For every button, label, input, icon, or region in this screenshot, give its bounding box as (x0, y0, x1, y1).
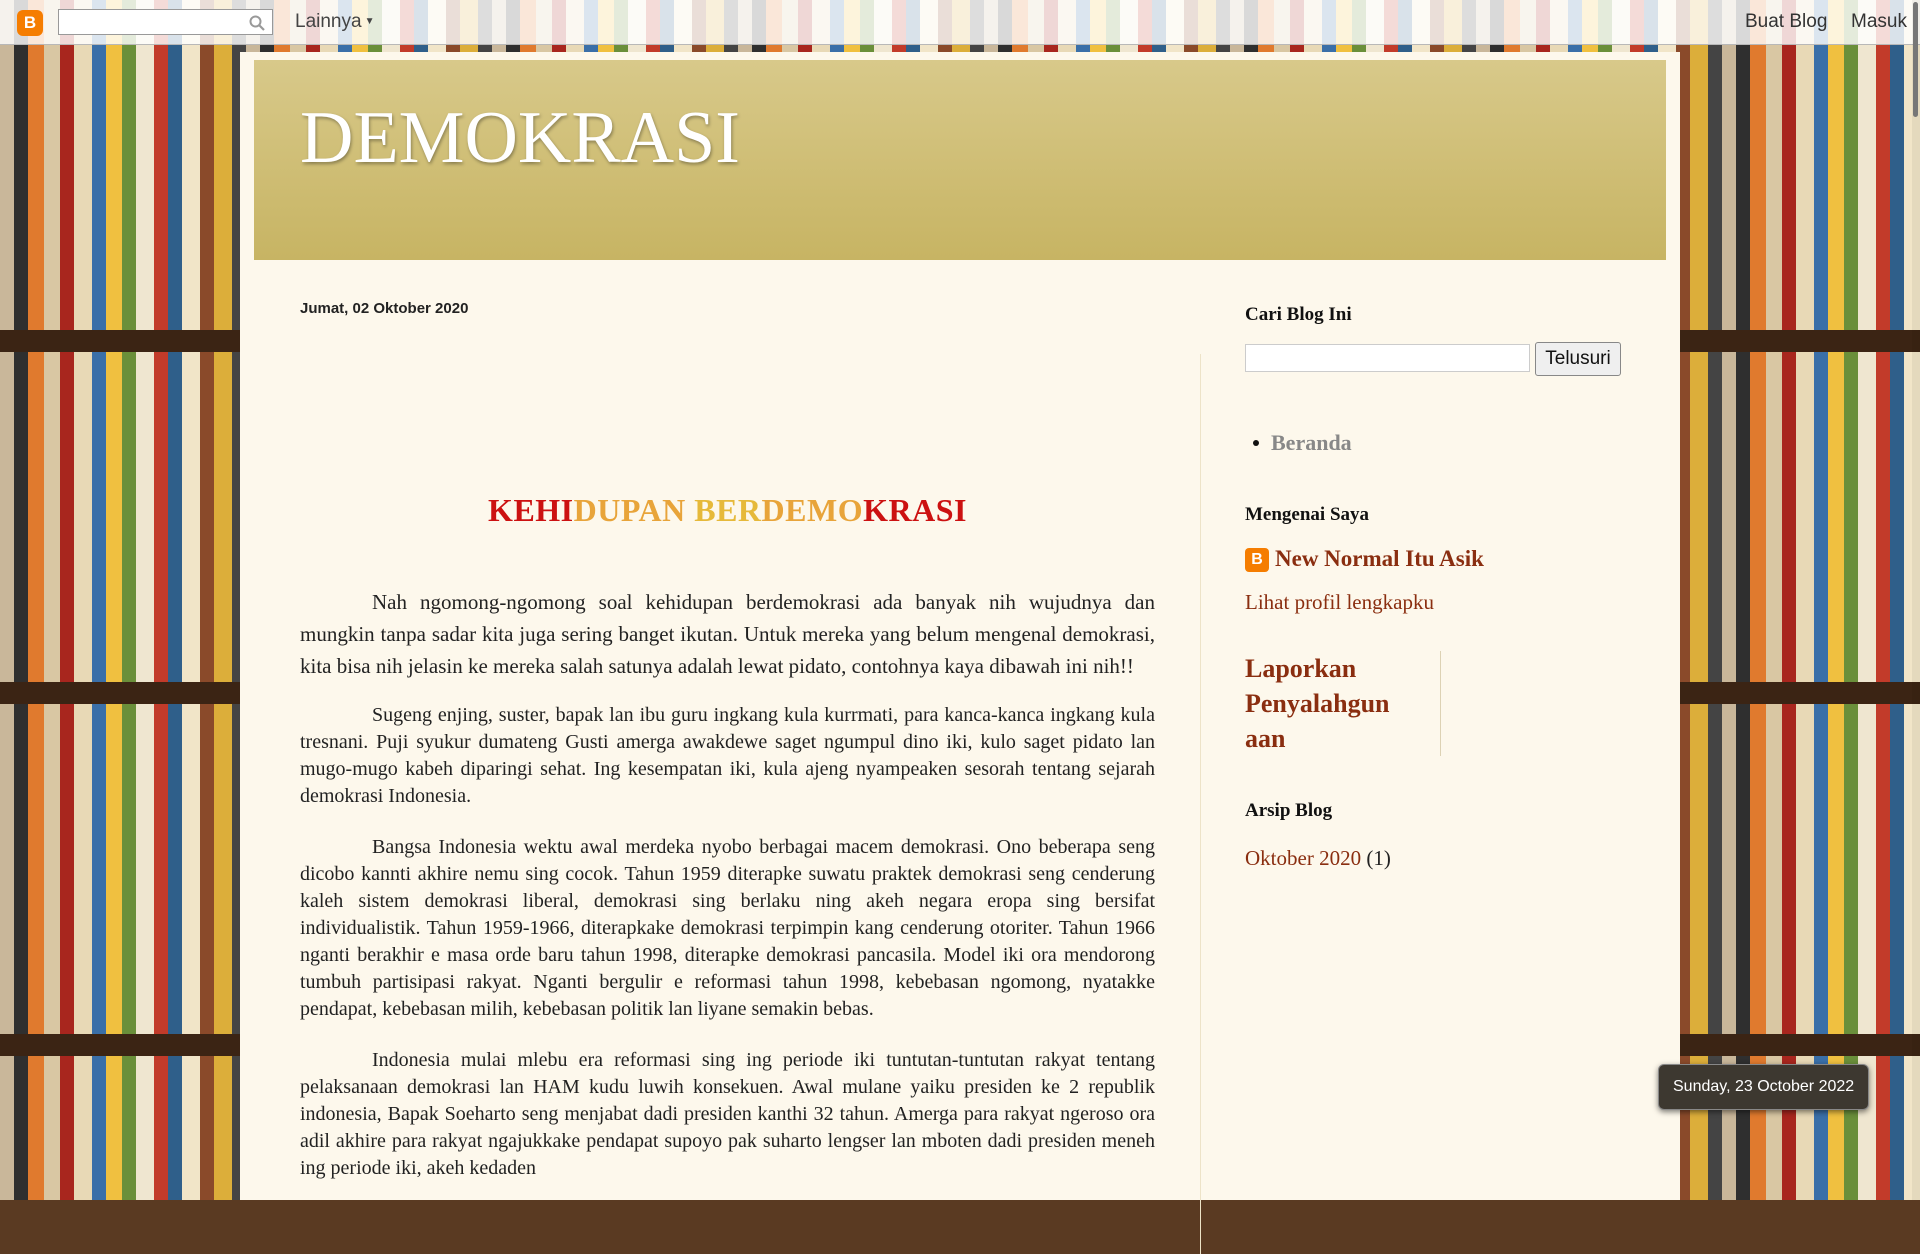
blog-header: DEMOKRASI (254, 60, 1666, 260)
post-paragraph: Sugeng enjing, suster, bapak lan ibu gur… (300, 704, 1155, 807)
search-widget-title: Cari Blog Ini (1245, 304, 1352, 325)
post-date: Jumat, 02 Oktober 2020 (300, 300, 469, 317)
archive-widget-title: Arsip Blog (1245, 800, 1333, 821)
more-menu-label: Lainnya (295, 11, 362, 32)
post-title: KEHIDUPAN BERDEMOKRASI (300, 492, 1155, 529)
bullet-icon (1253, 440, 1259, 446)
archive-month-link[interactable]: Oktober 2020 (1245, 846, 1361, 870)
create-blog-link[interactable]: Buat Blog (1745, 11, 1827, 33)
blogger-profile-icon: B (1245, 548, 1269, 572)
search-row: Telusuri (1245, 342, 1625, 380)
scrollbar-thumb[interactable] (1913, 2, 1918, 117)
more-menu[interactable]: Lainnya ▼ (295, 11, 374, 33)
about-widget-title: Mengenai Saya (1245, 504, 1370, 525)
search-widget: Cari Blog Ini Telusuri (1245, 304, 1625, 380)
scrollbar-track[interactable] (1912, 0, 1920, 1200)
about-widget: Mengenai Saya B New Normal Itu Asik Liha… (1245, 504, 1625, 615)
post-body: Nah ngomong-ngomong soal kehidupan berde… (300, 586, 1155, 1206)
post-title-part: KEHI (488, 492, 574, 528)
archive-item: Oktober 2020 (1) (1245, 846, 1625, 871)
search-button[interactable]: Telusuri (1535, 342, 1621, 376)
post-title-part: BER (694, 492, 762, 528)
chevron-down-icon: ▼ (364, 16, 375, 27)
blogger-logo-icon[interactable]: B (17, 10, 43, 36)
date-tooltip: Sunday, 23 October 2022 (1658, 1064, 1870, 1110)
report-widget: Laporkan Penyalahgun aan (1245, 651, 1441, 756)
archive-widget: Arsip Blog Oktober 2020 (1) (1245, 800, 1625, 871)
post-title-part: KRASI (863, 492, 967, 528)
post-paragraph: Nah ngomong-ngomong soal kehidupan berde… (300, 590, 1155, 678)
column-divider (1200, 354, 1201, 1254)
page-link-beranda[interactable]: Beranda (1245, 430, 1625, 456)
login-link[interactable]: Masuk (1851, 11, 1907, 33)
main-column: Jumat, 02 Oktober 2020 KEHIDUPAN BERDEMO… (300, 300, 1155, 1179)
post-paragraph: Indonesia mulai mlebu era reformasi sing… (300, 1049, 1155, 1179)
profile-row: B New Normal Itu Asik (1245, 546, 1625, 576)
profile-name-link[interactable]: New Normal Itu Asik (1275, 546, 1484, 572)
post-title-part: DUPAN (573, 492, 695, 528)
post-paragraph: Bangsa Indonesia wektu awal merdeka nyob… (300, 836, 1155, 1020)
pages-list: Beranda (1245, 430, 1625, 456)
blog-search-input[interactable] (1245, 344, 1530, 372)
report-abuse-link[interactable]: Laporkan Penyalahgun aan (1245, 651, 1430, 756)
blog-title[interactable]: DEMOKRASI (300, 96, 740, 181)
post-title-part: DEMO (761, 492, 864, 528)
content-container: DEMOKRASI Jumat, 02 Oktober 2020 KEHIDUP… (240, 52, 1680, 1254)
sidebar: Cari Blog Ini Telusuri Beranda Mengenai … (1245, 304, 1625, 871)
view-full-profile-link[interactable]: Lihat profil lengkapku (1245, 590, 1625, 615)
page-link-label: Beranda (1271, 430, 1352, 455)
navbar-search-input[interactable] (58, 9, 273, 35)
search-icon[interactable] (248, 14, 266, 32)
blogger-navbar: B Lainnya ▼ Buat Blog Masuk (0, 0, 1920, 45)
archive-count: (1) (1366, 846, 1391, 870)
